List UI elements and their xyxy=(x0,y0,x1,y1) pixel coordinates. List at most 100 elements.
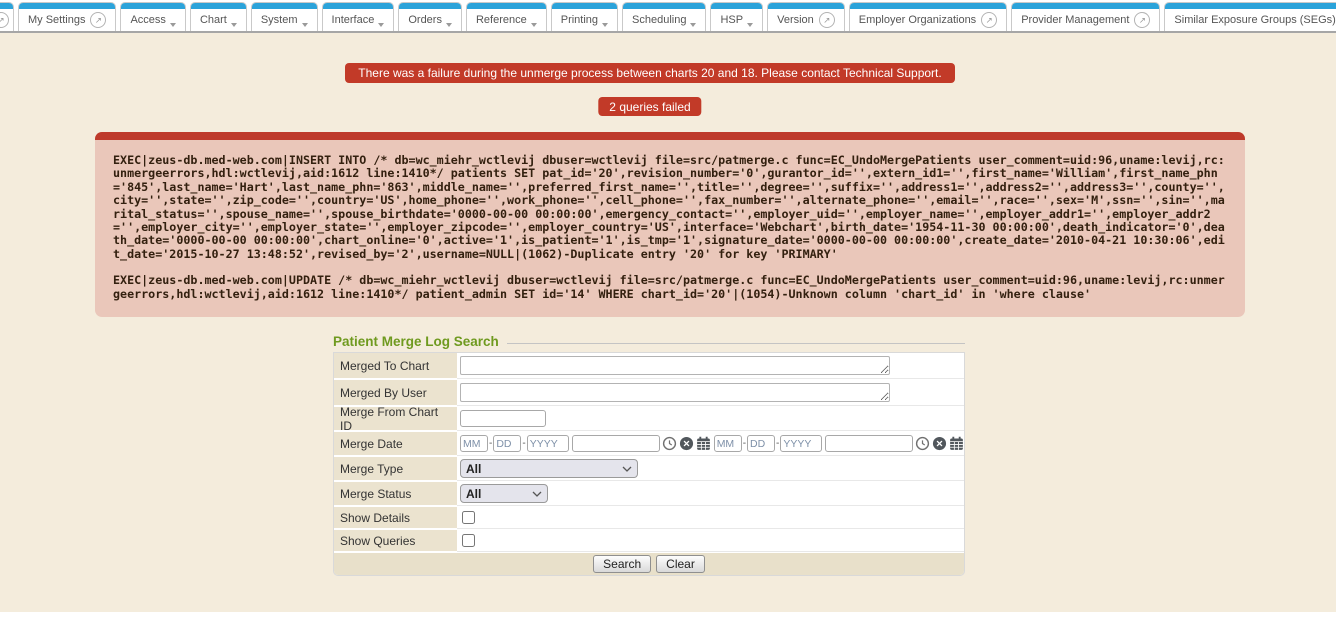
tab-label: Orders xyxy=(408,14,442,26)
unmerge-failure-banner: There was a failure during the unmerge p… xyxy=(345,63,955,83)
tab-interface[interactable]: Interface xyxy=(322,2,395,31)
tab-reference[interactable]: Reference xyxy=(466,2,547,31)
tab-printing[interactable]: Printing xyxy=(551,2,618,31)
form-footer: Search Clear xyxy=(334,553,964,575)
form-legend: Patient Merge Log Search xyxy=(333,333,965,350)
merged-to-chart-textarea[interactable] xyxy=(460,356,890,375)
form-title: Patient Merge Log Search xyxy=(333,334,499,349)
external-link-icon: ↗ xyxy=(981,12,997,28)
form-row-show-details: Show Details xyxy=(334,507,964,530)
tab-orders[interactable]: Orders xyxy=(398,2,462,31)
tab-label: Scheduling xyxy=(632,14,686,26)
tab-scheduling[interactable]: Scheduling xyxy=(622,2,706,31)
form-row-merge-from-chart-id: Merge From Chart ID xyxy=(334,407,964,432)
queries-failed-badge[interactable]: 2 queries failed xyxy=(598,97,701,116)
start-month-input[interactable] xyxy=(460,435,488,452)
start-time-input[interactable] xyxy=(572,435,660,452)
end-time-input[interactable] xyxy=(825,435,913,452)
show-details-label: Show Details xyxy=(334,507,457,528)
search-button[interactable]: Search xyxy=(593,555,651,573)
sql-error-query: EXEC|zeus-db.med-web.com|UPDATE /* db=wc… xyxy=(113,274,1225,301)
form-row-merged-to-chart: Merged To Chart xyxy=(334,353,964,380)
calendar-icon[interactable] xyxy=(949,436,964,451)
tab-label: My Settings xyxy=(28,14,85,26)
tab-label: Reference xyxy=(476,14,527,26)
merge-date-field: - - - xyxy=(457,432,965,455)
dropdown-caret-icon xyxy=(602,23,608,27)
end-year-input[interactable] xyxy=(780,435,822,452)
tab-label: HSP xyxy=(720,14,743,26)
tab-chart[interactable]: Chart xyxy=(190,2,247,31)
merged-by-user-field xyxy=(457,380,964,405)
merge-date-start-group: - - xyxy=(460,435,711,452)
dropdown-caret-icon xyxy=(747,23,753,27)
merge-type-select[interactable]: All xyxy=(460,459,638,478)
show-queries-checkbox[interactable] xyxy=(462,534,475,547)
dropdown-caret-icon xyxy=(170,23,176,27)
log-body: EXEC|zeus-db.med-web.com|INSERT INTO /* … xyxy=(95,140,1245,317)
tab-similar-exposure-groups-segs[interactable]: Similar Exposure Groups (SEGs)↗ xyxy=(1164,2,1336,31)
dropdown-caret-icon xyxy=(690,23,696,27)
show-queries-label: Show Queries xyxy=(334,530,457,551)
date-separator: - xyxy=(489,438,492,449)
tab-label: Provider Management xyxy=(1021,14,1129,26)
tab-hsp[interactable]: HSP xyxy=(710,2,763,31)
calendar-icon[interactable] xyxy=(696,436,711,451)
merge-type-field: All xyxy=(457,457,964,480)
start-day-input[interactable] xyxy=(493,435,521,452)
legend-line xyxy=(507,343,965,344)
tab-label: Similar Exposure Groups (SEGs) xyxy=(1174,14,1335,26)
start-year-input[interactable] xyxy=(527,435,569,452)
merge-status-field: All xyxy=(457,482,964,505)
merge-from-chart-id-label: Merge From Chart ID xyxy=(334,407,457,430)
form-row-merge-status: Merge Status All xyxy=(334,482,964,507)
clock-icon[interactable] xyxy=(915,436,930,451)
dropdown-caret-icon xyxy=(531,23,537,27)
merge-type-label: Merge Type xyxy=(334,457,457,480)
merged-to-chart-field xyxy=(457,353,964,378)
date-separator: - xyxy=(522,438,525,449)
date-separator: - xyxy=(743,438,746,449)
tab-label: Access xyxy=(130,14,165,26)
merged-by-user-textarea[interactable] xyxy=(460,383,890,402)
show-details-field xyxy=(457,507,964,528)
tab-employer-organizations[interactable]: Employer Organizations ↗ xyxy=(849,2,1007,31)
end-day-input[interactable] xyxy=(747,435,775,452)
show-queries-field xyxy=(457,530,964,551)
tab-label: Employer Organizations xyxy=(859,14,976,26)
tab-label: Chart xyxy=(200,14,227,26)
tab-fragment[interactable]: ↗ xyxy=(0,2,14,31)
tab-provider-management[interactable]: Provider Management ↗ xyxy=(1011,2,1160,31)
patient-merge-log-search-form: Patient Merge Log Search Merged To Chart… xyxy=(333,333,965,576)
merge-date-label: Merge Date xyxy=(334,432,457,455)
form-row-merge-date: Merge Date - - xyxy=(334,432,964,457)
sql-error-log-panel: EXEC|zeus-db.med-web.com|INSERT INTO /* … xyxy=(95,132,1245,317)
tab-my-settings[interactable]: My Settings ↗ xyxy=(18,2,116,31)
show-details-checkbox[interactable] xyxy=(462,511,475,524)
dropdown-caret-icon xyxy=(446,23,452,27)
tab-access[interactable]: Access xyxy=(120,2,185,31)
log-header-bar xyxy=(95,132,1245,140)
end-month-input[interactable] xyxy=(714,435,742,452)
dropdown-caret-icon xyxy=(231,23,237,27)
form-table: Merged To Chart Merged By User Merge Fro… xyxy=(333,352,965,576)
external-link-icon: ↗ xyxy=(819,12,835,28)
form-row-merged-by-user: Merged By User xyxy=(334,380,964,407)
merged-to-chart-label: Merged To Chart xyxy=(334,353,457,378)
external-link-icon: ↗ xyxy=(0,12,9,28)
clear-button[interactable]: Clear xyxy=(656,555,705,573)
clock-icon[interactable] xyxy=(662,436,677,451)
merge-status-select[interactable]: All xyxy=(460,484,548,503)
external-link-icon: ↗ xyxy=(90,12,106,28)
merged-by-user-label: Merged By User xyxy=(334,380,457,405)
clear-date-icon[interactable] xyxy=(932,436,947,451)
merge-from-chart-id-input[interactable] xyxy=(460,410,546,427)
dropdown-caret-icon xyxy=(378,23,384,27)
tab-system[interactable]: System xyxy=(251,2,318,31)
tab-version[interactable]: Version↗ xyxy=(767,2,845,31)
clear-date-icon[interactable] xyxy=(679,436,694,451)
tab-label: Interface xyxy=(332,14,375,26)
tab-label: System xyxy=(261,14,298,26)
sql-error-query: EXEC|zeus-db.med-web.com|INSERT INTO /* … xyxy=(113,154,1225,261)
external-link-icon: ↗ xyxy=(1134,12,1150,28)
